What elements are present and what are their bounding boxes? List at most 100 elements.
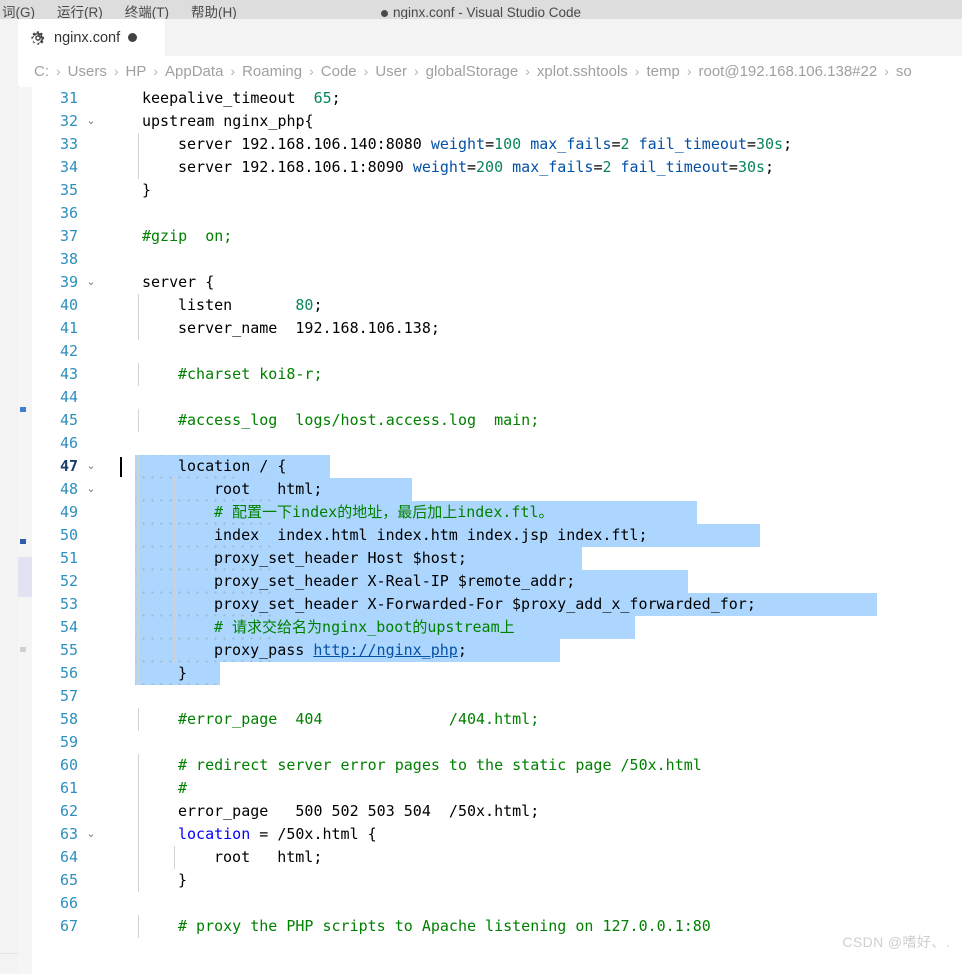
code-token: 2 <box>620 135 630 153</box>
breadcrumb-separator: › <box>153 63 159 79</box>
line-number: 62 <box>59 802 78 820</box>
code-token[interactable]: http://nginx_php <box>313 641 458 659</box>
tab-nginx-conf[interactable]: nginx.conf <box>18 19 166 56</box>
code-line[interactable]: 62 error_page 500 502 503 504 /50x.html; <box>32 800 962 823</box>
code-token: root html; <box>214 848 323 866</box>
indent-guide <box>138 409 139 432</box>
breadcrumb-separator: › <box>884 63 889 79</box>
code-line[interactable]: 42 <box>32 340 962 363</box>
code-line[interactable]: 53 proxy_set_header X-Forwarded-For $prox… <box>32 593 962 616</box>
code-token: = /50x.html { <box>250 825 377 843</box>
code-text: proxy_pass http://nginx_php; <box>214 639 467 662</box>
code-line[interactable]: 58 #error_page 404 /404.html; <box>32 708 962 731</box>
line-number: 59 <box>59 733 78 751</box>
indent-guide <box>138 754 139 777</box>
code-line[interactable]: 46 <box>32 432 962 455</box>
code-line[interactable]: 44 <box>32 386 962 409</box>
chevron-down-icon[interactable]: ⌄ <box>84 110 98 133</box>
menu-item-terminal[interactable]: 终端(T) <box>125 6 169 19</box>
code-token: location / { <box>178 457 287 475</box>
code-line[interactable]: 64 root html; <box>32 846 962 869</box>
code-line[interactable]: 41 server_name 192.168.106.138; <box>32 317 962 340</box>
menu-item-help[interactable]: 帮助(H) <box>191 6 237 19</box>
indent-guide <box>138 800 139 823</box>
chevron-down-icon[interactable]: ⌄ <box>84 455 98 478</box>
title-bar: 词(G) 运行(R) 终端(T) 帮助(H) nginx.conf - Visu… <box>0 0 962 19</box>
code-token: # 配置一下index的地址，最后加上index.ftl。 <box>214 503 554 521</box>
code-text: } <box>178 869 187 892</box>
breadcrumb[interactable]: C: › Users › HP › AppData › Roaming › Code › User › gl… <box>18 56 962 86</box>
breadcrumb-item[interactable]: root@192.168.106.138#22 <box>699 63 878 80</box>
breadcrumb-item[interactable]: User <box>375 63 407 80</box>
code-token: 30s <box>756 135 784 153</box>
menu-bar[interactable]: 词(G) 运行(R) 终端(T) 帮助(H) <box>0 0 237 19</box>
code-line[interactable]: 49 # 配置一下index的地址，最后加上index.ftl。 <box>32 501 962 524</box>
code-line[interactable]: 39 ⌄ server { <box>32 271 962 294</box>
line-number: 57 <box>59 687 78 705</box>
breadcrumb-item[interactable]: Code <box>321 63 357 80</box>
code-editor[interactable]: 31 keepalive_timeout 65; 32 ⌄ upstream nginx… <box>18 87 962 974</box>
chevron-down-icon[interactable]: ⌄ <box>84 271 98 294</box>
code-line[interactable]: 59 <box>32 731 962 754</box>
line-number: 44 <box>59 388 78 406</box>
code-line[interactable]: 65} <box>32 869 962 892</box>
code-token: ; <box>457 641 467 659</box>
code-line[interactable]: 60 # redirect server error pages to the s… <box>32 754 962 777</box>
code-line[interactable]: 51 proxy_set_header Host $host; <box>32 547 962 570</box>
code-line[interactable]: 56} <box>32 662 962 685</box>
code-text: root html; <box>214 478 322 501</box>
code-line[interactable]: 31 keepalive_timeout 65; <box>32 87 962 110</box>
menu-item-go[interactable]: 词(G) <box>2 6 35 19</box>
code-line[interactable]: 55 proxy_pass http://nginx_php; <box>32 639 962 662</box>
code-line[interactable]: 52 proxy_set_header X-Real-IP $remote_add… <box>32 570 962 593</box>
code-line[interactable]: 34 server 192.168.106.1:8090 weight=200 m… <box>32 156 962 179</box>
code-line[interactable]: 32 ⌄ upstream nginx_php{ <box>32 110 962 133</box>
tab-dirty-icon[interactable] <box>128 33 138 42</box>
breadcrumb-item[interactable]: xplot.sshtools <box>537 63 628 80</box>
code-line[interactable]: 43 #charset koi8-r; <box>32 363 962 386</box>
code-token: #gzip on; <box>142 227 233 245</box>
activity-bar[interactable] <box>0 19 19 974</box>
breadcrumb-item[interactable]: Users <box>68 63 107 80</box>
code-line[interactable]: 66 <box>32 892 962 915</box>
code-line[interactable]: 57 <box>32 685 962 708</box>
code-line[interactable]: 67 # proxy the PHP scripts to Apache list… <box>32 915 962 938</box>
line-number: 41 <box>59 319 78 337</box>
overview-selection-band <box>18 557 32 597</box>
code-line[interactable]: 33 server 192.168.106.140:8080 weight=100… <box>32 133 962 156</box>
chevron-down-icon[interactable]: ⌄ <box>84 478 98 501</box>
line-number: 31 <box>59 89 78 107</box>
code-text: index index.html index.htm index.jsp ind… <box>214 524 647 547</box>
code-line[interactable]: 48 ⌄ root html; <box>32 478 962 501</box>
code-line[interactable]: 37 #gzip on; <box>32 225 962 248</box>
code-line[interactable]: 50 index index.html index.htm index.jsp i… <box>32 524 962 547</box>
breadcrumb-item[interactable]: HP <box>126 63 147 80</box>
code-line[interactable]: 38 <box>32 248 962 271</box>
line-number: 42 <box>59 342 78 360</box>
line-number: 36 <box>59 204 78 222</box>
code-token: max_fails <box>503 158 594 176</box>
breadcrumb-item[interactable]: so <box>896 63 912 80</box>
code-token: #charset koi8-r; <box>178 365 323 383</box>
code-line[interactable]: 35} <box>32 179 962 202</box>
code-line[interactable]: 61 # <box>32 777 962 800</box>
code-line[interactable]: 47 ⌄ location / { <box>32 455 962 478</box>
line-number: 64 <box>59 848 78 866</box>
breadcrumb-item[interactable]: AppData <box>165 63 223 80</box>
line-number: 43 <box>59 365 78 383</box>
overview-ruler[interactable] <box>18 87 32 974</box>
code-token: fail_timeout <box>611 158 729 176</box>
watermark: CSDN @嗜好、. <box>842 934 950 950</box>
breadcrumb-item[interactable]: globalStorage <box>426 63 519 80</box>
breadcrumb-item[interactable]: Roaming <box>242 63 302 80</box>
code-line[interactable]: 45 #access_log logs/host.access.log main; <box>32 409 962 432</box>
menu-item-run[interactable]: 运行(R) <box>57 6 103 19</box>
code-line[interactable]: 36 <box>32 202 962 225</box>
code-line[interactable]: 63 ⌄ location = /50x.html { <box>32 823 962 846</box>
code-line[interactable]: 40 listen 80; <box>32 294 962 317</box>
code-line[interactable]: 54 # 请求交给名为nginx_boot的upstream上 <box>32 616 962 639</box>
breadcrumb-item[interactable]: C: <box>34 63 49 80</box>
code-token: #access_log logs/host.access.log main; <box>178 411 540 429</box>
breadcrumb-item[interactable]: temp <box>646 63 679 80</box>
chevron-down-icon[interactable]: ⌄ <box>84 823 98 846</box>
